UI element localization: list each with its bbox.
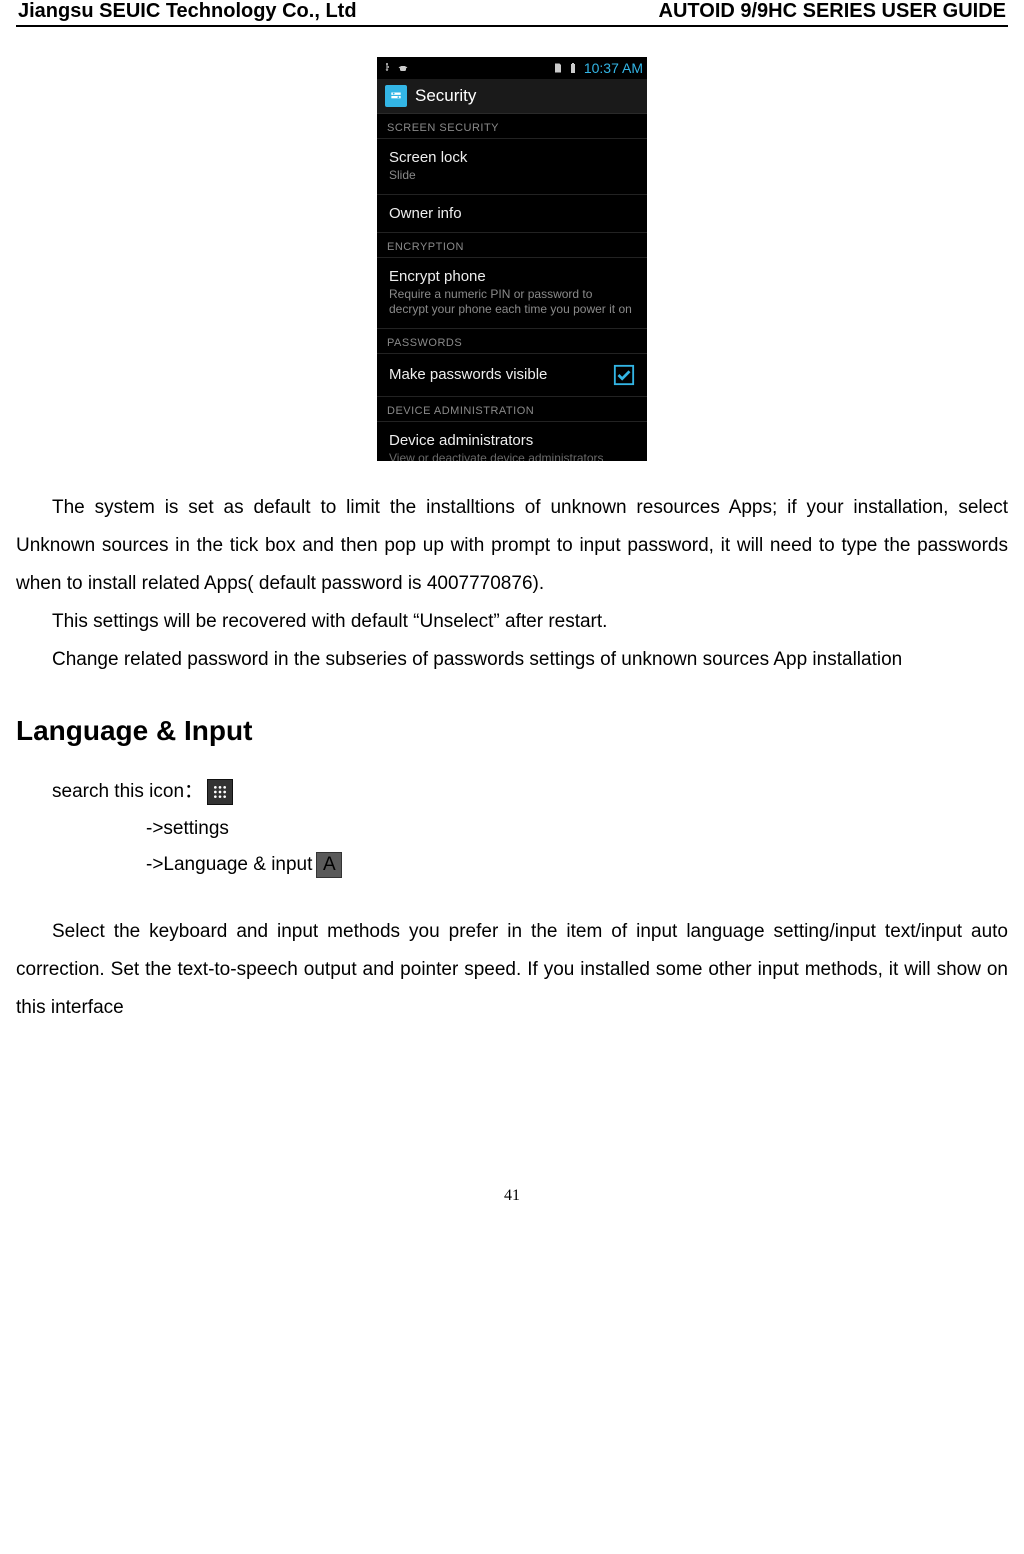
nav-path-settings: ->settings <box>146 811 1008 847</box>
section-header-screen-security: SCREEN SECURITY <box>377 114 647 139</box>
paragraph: This settings will be recovered with def… <box>16 603 1008 641</box>
language-input-icon: A <box>316 852 342 878</box>
status-time: 10:37 AM <box>584 60 643 76</box>
item-owner-info[interactable]: Owner info <box>377 195 647 233</box>
header-left: Jiangsu SEUIC Technology Co., Ltd <box>18 0 357 23</box>
item-title: Owner info <box>389 205 635 222</box>
nav-path-language: ->Language & input A <box>146 847 1008 883</box>
paragraph: Change related password in the subseries… <box>16 641 1008 679</box>
phone-titlebar: Security <box>377 79 647 114</box>
paragraph: The system is set as default to limit th… <box>16 489 1008 603</box>
page-number: 41 <box>16 1027 1008 1205</box>
item-make-passwords-visible[interactable]: Make passwords visible <box>377 354 647 397</box>
phone-title: Security <box>415 86 476 106</box>
search-icon-line: search this icon： <box>16 773 1008 811</box>
header-right: AUTOID 9/9HC SERIES USER GUIDE <box>659 0 1006 23</box>
section-header-device-admin: DEVICE ADMINISTRATION <box>377 397 647 422</box>
item-title: Device administrators <box>389 432 635 449</box>
sdcard-icon <box>552 62 564 74</box>
item-title: Screen lock <box>389 149 635 166</box>
body-block-2: Select the keyboard and input methods yo… <box>16 913 1008 1027</box>
section-header-passwords: PASSWORDS <box>377 329 647 354</box>
search-icon-text: search this icon： <box>16 773 203 811</box>
battery-icon <box>567 62 579 74</box>
item-value: Slide <box>389 168 635 184</box>
document-header: Jiangsu SEUIC Technology Co., Ltd AUTOID… <box>16 0 1008 25</box>
body-block: The system is set as default to limit th… <box>16 489 1008 679</box>
security-settings-icon <box>385 85 407 107</box>
item-desc: View or deactivate device administrators <box>389 451 635 461</box>
header-rule <box>16 25 1008 27</box>
item-title: Encrypt phone <box>389 268 635 285</box>
debug-icon <box>397 62 409 74</box>
item-device-administrators[interactable]: Device administrators View or deactivate… <box>377 422 647 461</box>
item-screen-lock[interactable]: Screen lock Slide <box>377 139 647 195</box>
phone-statusbar: 10:37 AM <box>377 57 647 79</box>
usb-icon <box>381 62 393 74</box>
item-title: Make passwords visible <box>389 366 547 383</box>
apps-drawer-icon <box>207 779 233 805</box>
item-encrypt-phone[interactable]: Encrypt phone Require a numeric PIN or p… <box>377 258 647 329</box>
checkbox-checked-icon[interactable] <box>613 364 635 386</box>
paragraph: Select the keyboard and input methods yo… <box>16 913 1008 1027</box>
heading-language-input: Language & Input <box>16 715 1008 747</box>
section-header-encryption: ENCRYPTION <box>377 233 647 258</box>
phone-screenshot: 10:37 AM Security SCREEN SECURITY Screen… <box>16 57 1008 461</box>
item-desc: Require a numeric PIN or password to dec… <box>389 287 635 318</box>
